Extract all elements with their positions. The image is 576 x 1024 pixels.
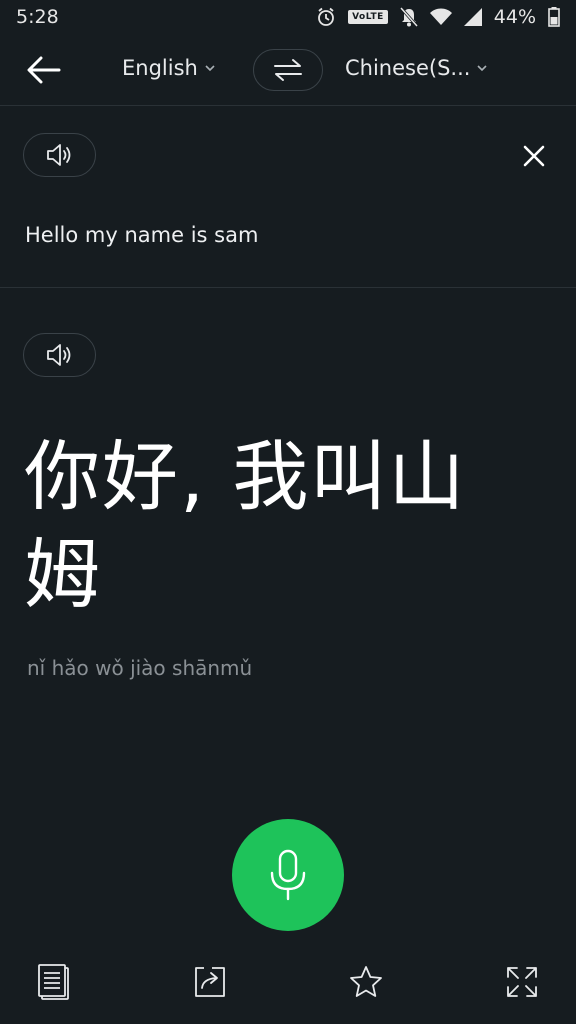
translation-text: 你好, 我叫山姆 (24, 432, 467, 619)
source-speaker-button[interactable] (23, 133, 96, 177)
chevron-down-icon (204, 62, 216, 74)
star-icon (348, 964, 384, 1000)
mute-icon (399, 7, 418, 27)
battery-percent: 44% (493, 6, 536, 28)
target-speaker-button[interactable] (23, 333, 96, 377)
status-bar: 5:28 VoLTE 44% (0, 0, 576, 34)
source-text[interactable]: Hello my name is sam (25, 223, 258, 247)
target-language-select[interactable]: Chinese(S... (345, 56, 488, 80)
source-panel: Hello my name is sam (0, 106, 576, 288)
source-language-label: English (122, 56, 198, 80)
speaker-icon (45, 343, 75, 367)
target-language-label: Chinese(S... (345, 56, 471, 80)
copy-button[interactable] (34, 962, 74, 1002)
wifi-icon (429, 8, 452, 26)
chevron-down-icon (476, 62, 488, 74)
signal-icon (463, 8, 482, 26)
expand-icon (504, 964, 540, 1000)
document-icon (36, 963, 72, 1001)
source-language-select[interactable]: English (122, 56, 216, 80)
fullscreen-button[interactable] (502, 962, 542, 1002)
back-button[interactable] (24, 52, 64, 88)
close-icon (523, 145, 545, 167)
microphone-icon (265, 849, 311, 901)
volte-badge: VoLTE (348, 10, 388, 24)
clear-button[interactable] (520, 142, 548, 170)
swap-languages-button[interactable] (253, 49, 323, 91)
status-time: 5:28 (16, 6, 59, 28)
bottom-action-bar (0, 952, 576, 1012)
status-icons: VoLTE 44% (316, 6, 560, 28)
alarm-icon (316, 7, 336, 27)
favorite-button[interactable] (346, 962, 386, 1002)
speaker-icon (45, 143, 75, 167)
share-icon (192, 964, 228, 1000)
pinyin-text: nǐ hǎo wǒ jiào shānmǔ (27, 656, 253, 680)
language-toolbar: English Chinese(S... (0, 34, 576, 106)
swap-arrows-icon (273, 58, 303, 82)
microphone-button[interactable] (232, 819, 344, 931)
arrow-left-icon (27, 56, 61, 84)
battery-icon (548, 7, 560, 27)
share-button[interactable] (190, 962, 230, 1002)
